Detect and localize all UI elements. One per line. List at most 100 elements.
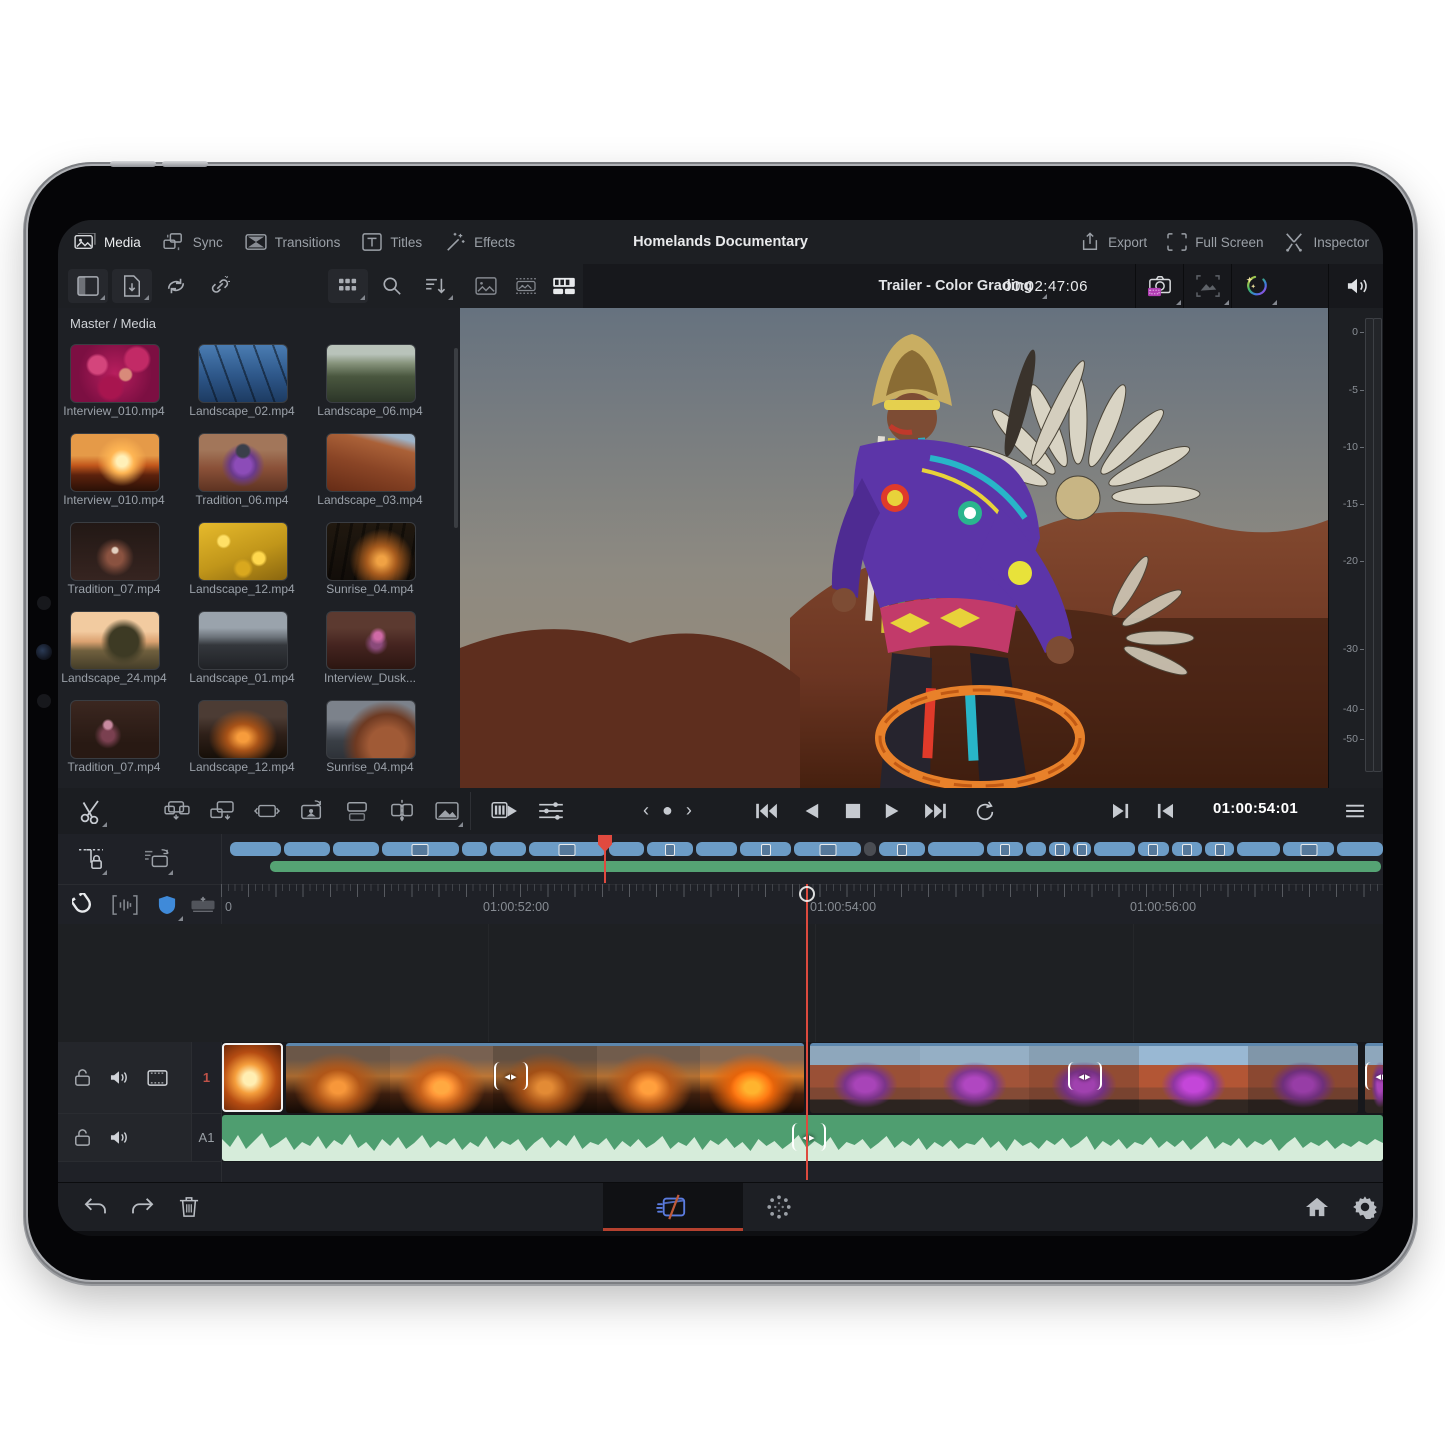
insert-clip-button[interactable] <box>158 792 196 830</box>
place-on-top-button[interactable] <box>338 792 376 830</box>
media-label: Sunrise_04.mp4 <box>306 760 434 774</box>
view-thumbnail-button[interactable] <box>466 269 506 303</box>
meter-tick: -50 <box>1336 733 1358 745</box>
meter-tick: -5 <box>1336 384 1358 396</box>
cut-tool-button[interactable] <box>72 792 110 830</box>
track-audio-icon[interactable] <box>109 1129 129 1146</box>
inspector-button[interactable]: Inspector <box>1283 232 1369 252</box>
loop-button[interactable] <box>966 792 1004 830</box>
flag-shield-button[interactable] <box>148 886 186 924</box>
filmstrip-frame <box>810 1046 920 1113</box>
meter-tick: 0 <box>1336 326 1358 338</box>
filmstrip-frame <box>286 1046 390 1113</box>
meter-tick: -30 <box>1336 643 1358 655</box>
import-media-button[interactable] <box>112 269 152 303</box>
video-clip-selected[interactable] <box>222 1043 283 1112</box>
transition-button[interactable] <box>428 792 466 830</box>
track-audio-icon[interactable] <box>109 1069 129 1086</box>
media-thumbnail[interactable] <box>198 611 288 670</box>
smart-insert-button[interactable] <box>293 792 331 830</box>
redo-button[interactable] <box>124 1188 162 1226</box>
top-button-1 <box>110 161 156 167</box>
track-video-icon[interactable] <box>147 1070 168 1086</box>
inspector-tools-icon <box>1283 232 1305 252</box>
lock-icon[interactable] <box>74 1128 91 1147</box>
timeline-playhead[interactable] <box>806 884 808 1180</box>
search-button[interactable] <box>372 269 412 303</box>
media-scrollbar[interactable] <box>454 348 458 528</box>
media-thumbnail[interactable] <box>198 700 288 759</box>
go-to-start-button[interactable] <box>748 792 786 830</box>
jog-control[interactable]: ‹ ● › <box>643 800 696 821</box>
camera-grab-still-button[interactable] <box>1135 264 1184 308</box>
video-track-number[interactable]: 1 <box>191 1042 221 1114</box>
stop-button[interactable] <box>834 792 872 830</box>
cut-page-tab[interactable] <box>603 1183 743 1231</box>
trim-handle[interactable]: ◂▸ <box>1068 1062 1102 1090</box>
media-thumbnail[interactable] <box>70 433 160 492</box>
transform-button[interactable] <box>1183 264 1232 308</box>
front-camera <box>36 644 52 660</box>
step-forward-button[interactable] <box>1102 792 1140 830</box>
lock-icon[interactable] <box>74 1068 91 1087</box>
media-thumbnail[interactable] <box>198 344 288 403</box>
play-reverse-button[interactable] <box>792 792 830 830</box>
timeline-options-menu[interactable] <box>1336 792 1374 830</box>
media-thumbnail[interactable] <box>326 433 416 492</box>
step-backward-button[interactable] <box>1146 792 1184 830</box>
top-button-2 <box>162 161 208 167</box>
settings-button[interactable] <box>1346 1188 1383 1226</box>
home-button[interactable] <box>1298 1188 1336 1226</box>
breadcrumb[interactable]: Master / Media <box>70 316 156 331</box>
trim-handle[interactable]: ◂▸ <box>494 1062 528 1090</box>
overwrite-clip-button[interactable] <box>203 792 241 830</box>
replace-clip-button[interactable] <box>248 792 286 830</box>
timeline-empty-lane[interactable] <box>58 924 1383 1042</box>
playhead-handle[interactable] <box>799 886 815 902</box>
delete-button[interactable] <box>170 1188 208 1226</box>
media-thumbnail[interactable] <box>70 611 160 670</box>
undo-button[interactable] <box>76 1188 114 1226</box>
view-filmstrip-button[interactable] <box>506 269 546 303</box>
full-screen-button[interactable]: Full Screen <box>1167 233 1263 251</box>
trim-settings-button[interactable] <box>532 792 570 830</box>
go-to-end-button[interactable] <box>916 792 954 830</box>
audio-track-number[interactable]: A1 <box>191 1114 221 1162</box>
color-page-tab[interactable] <box>760 1188 798 1226</box>
video-preview[interactable] <box>460 308 1328 788</box>
play-button[interactable] <box>874 792 912 830</box>
video-clip-sunset[interactable] <box>286 1043 804 1113</box>
timeline-minimap[interactable] <box>230 842 1383 856</box>
view-strip-button[interactable] <box>544 269 584 303</box>
media-thumbnail[interactable] <box>198 433 288 492</box>
audio-scrub-button[interactable] <box>106 886 144 924</box>
playhead-lock-tool[interactable] <box>72 840 110 878</box>
snapping-magnet-button[interactable] <box>64 886 102 924</box>
split-clip-button[interactable] <box>383 792 421 830</box>
media-thumbnail[interactable] <box>326 611 416 670</box>
media-thumbnail[interactable] <box>326 522 416 581</box>
media-thumbnail[interactable] <box>326 344 416 403</box>
panel-toggle-button[interactable] <box>68 269 108 303</box>
media-thumbnail[interactable] <box>70 700 160 759</box>
media-thumbnail[interactable] <box>326 700 416 759</box>
sync-lock-tool[interactable] <box>138 840 176 878</box>
filmstrip-frame <box>920 1046 1030 1113</box>
audio-meter-header[interactable] <box>1328 264 1383 308</box>
media-thumbnail[interactable] <box>70 344 160 403</box>
toolbar-divider <box>470 792 471 830</box>
meter-bar-right <box>1373 318 1382 772</box>
resync-button[interactable] <box>156 269 196 303</box>
grid-view-button[interactable] <box>328 269 368 303</box>
sort-button[interactable] <box>416 269 456 303</box>
ruler-label: 01:00:54:00 <box>810 900 876 914</box>
media-thumbnail[interactable] <box>198 522 288 581</box>
export-button[interactable]: Export <box>1080 232 1147 252</box>
trim-handle[interactable]: ◂▸ <box>792 1123 826 1151</box>
media-thumbnail[interactable] <box>70 522 160 581</box>
relink-button[interactable] <box>200 269 240 303</box>
color-boost-button[interactable] <box>1231 264 1280 308</box>
trim-handle[interactable]: ◂▸ <box>1365 1062 1383 1090</box>
source-clip-button[interactable] <box>486 792 524 830</box>
add-track-button[interactable] <box>184 886 222 924</box>
